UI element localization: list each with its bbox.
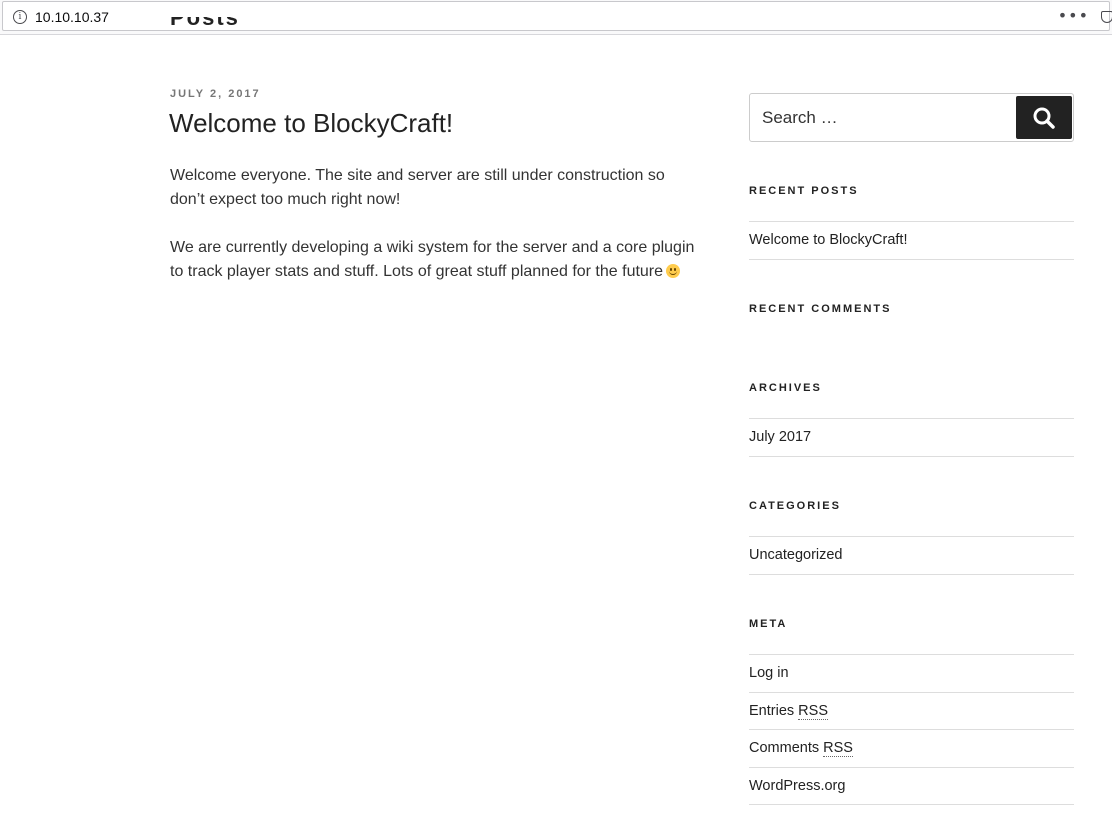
post-date[interactable]: JULY 2, 2017 xyxy=(170,88,261,100)
meta-link-text: Comments xyxy=(749,740,824,756)
comments-rss-link[interactable]: Comments RSS xyxy=(749,740,853,757)
post-paragraph: We are currently developing a wiki syste… xyxy=(170,236,700,284)
list-item: WordPress.org xyxy=(749,768,1074,805)
meta-list: Log in Entries RSS Comments RSS WordPres… xyxy=(749,654,1074,805)
meta-link-text: WordPress.org xyxy=(749,777,846,794)
meta-link-text: Entries xyxy=(749,702,799,719)
recent-post-link[interactable]: Welcome to BlockyCraft! xyxy=(749,232,907,248)
list-item: Welcome to BlockyCraft! xyxy=(749,222,1074,260)
meta-link-text: Log in xyxy=(749,665,789,681)
browser-toolbar: i 10.10.10.37 ••• xyxy=(0,0,1112,35)
wordpress-org-link[interactable]: WordPress.org xyxy=(749,778,845,794)
list-item: Entries RSS xyxy=(749,693,1074,730)
entries-rss-link[interactable]: Entries RSS xyxy=(749,702,828,720)
list-item: Log in xyxy=(749,655,1074,693)
pocket-icon[interactable] xyxy=(1101,11,1112,23)
rss-abbr: RSS xyxy=(798,702,828,720)
post-paragraph: Welcome everyone. The site and server ar… xyxy=(170,167,665,208)
categories-title: CATEGORIES xyxy=(749,500,841,512)
login-link[interactable]: Log in xyxy=(749,665,789,681)
post-paragraph-text: We are currently developing a wiki syste… xyxy=(170,239,695,280)
meta-title: META xyxy=(749,618,788,630)
smile-emoji-icon xyxy=(666,264,681,278)
url-text[interactable]: 10.10.10.37 xyxy=(35,9,109,25)
info-icon[interactable]: i xyxy=(13,10,27,24)
list-item: Uncategorized xyxy=(749,537,1074,575)
recent-posts-list: Welcome to BlockyCraft! xyxy=(749,221,1074,260)
url-field[interactable]: i 10.10.10.37 ••• xyxy=(2,1,1112,31)
recent-posts-title: RECENT POSTS xyxy=(749,185,859,197)
list-item: Comments RSS xyxy=(749,730,1074,768)
post-content: Welcome everyone. The site and server ar… xyxy=(170,164,700,308)
list-item: July 2017 xyxy=(749,419,1074,457)
more-actions-icon[interactable]: ••• xyxy=(1058,6,1089,25)
recent-comments-title: RECENT COMMENTS xyxy=(749,303,892,315)
categories-list: Uncategorized xyxy=(749,536,1074,575)
search-form xyxy=(749,93,1074,142)
post-title[interactable]: Welcome to BlockyCraft! xyxy=(169,108,453,139)
page-heading: Posts xyxy=(170,17,240,30)
search-button[interactable] xyxy=(1016,96,1072,139)
search-icon xyxy=(1033,107,1055,129)
rss-abbr: RSS xyxy=(823,740,853,757)
category-link[interactable]: Uncategorized xyxy=(749,547,843,563)
archives-title: ARCHIVES xyxy=(749,382,822,394)
archive-link[interactable]: July 2017 xyxy=(749,429,811,445)
sidebar: RECENT POSTS Welcome to BlockyCraft! REC… xyxy=(749,93,1074,805)
archives-list: July 2017 xyxy=(749,418,1074,457)
